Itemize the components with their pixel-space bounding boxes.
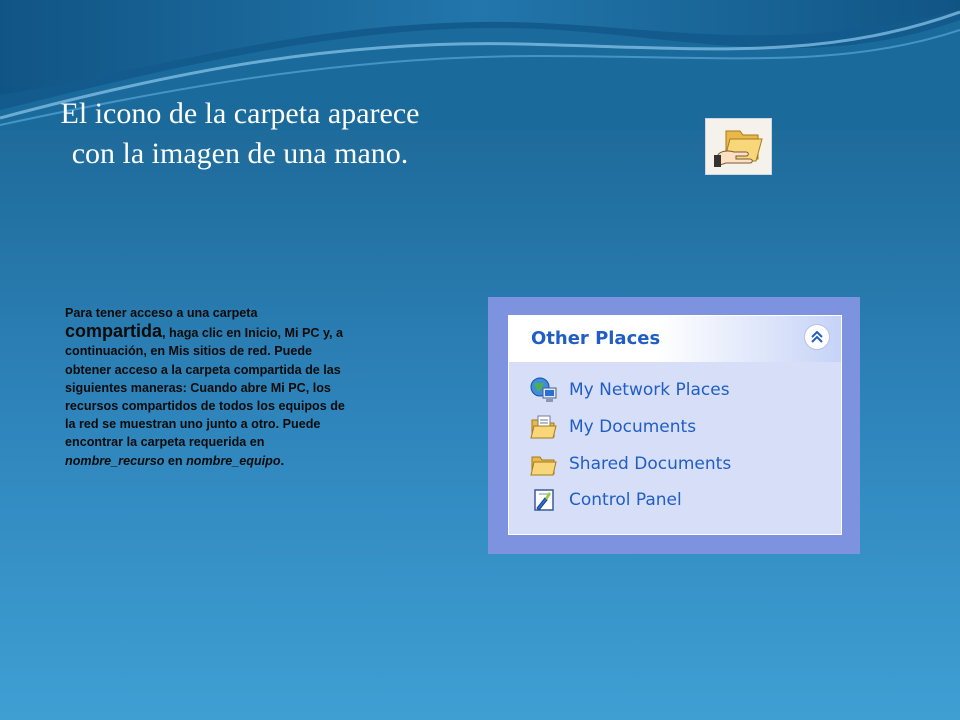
place-label-control-panel: Control Panel <box>569 490 682 510</box>
collapse-button[interactable] <box>804 324 830 350</box>
place-item-control-panel[interactable]: Control Panel <box>529 485 682 515</box>
other-places-title: Other Places <box>531 328 661 349</box>
documents-folder-icon <box>530 415 557 439</box>
place-label-my-documents: My Documents <box>569 417 697 437</box>
place-label-my-network-places: My Network Places <box>569 380 730 400</box>
instructions-paragraph: Para tener acceso a una carpeta comparti… <box>65 304 355 470</box>
slide-title-line-2: con la imagen de una mano. <box>71 137 409 170</box>
instructions-italic-computer: nombre_equipo <box>186 453 281 468</box>
place-item-shared-documents[interactable]: Shared Documents <box>529 449 731 479</box>
instructions-part-2: , haga clic en Inicio, Mi PC y, a contin… <box>65 326 345 450</box>
place-label-shared-documents: Shared Documents <box>569 454 732 474</box>
instructions-part-1: Para tener acceso a una carpeta <box>65 306 258 320</box>
other-places-panel: Other Places My Network Places My Docume… <box>508 315 842 535</box>
instructions-emphasis: compartida <box>65 321 163 342</box>
slide-title-line-1: El icono de la carpeta aparece <box>60 97 420 130</box>
instructions-italic-resource: nombre_recurso <box>65 453 165 468</box>
double-chevron-up-icon <box>811 330 823 343</box>
place-item-my-documents[interactable]: My Documents <box>529 412 696 442</box>
slide-title: El icono de la carpeta aparece con la im… <box>30 94 450 174</box>
network-places-icon <box>530 377 557 402</box>
place-item-my-network-places[interactable]: My Network Places <box>529 375 730 405</box>
other-places-header[interactable]: Other Places <box>509 316 841 362</box>
instructions-end: . <box>280 453 285 468</box>
shared-folder-icon <box>530 456 557 476</box>
instructions-connector: en <box>167 453 183 468</box>
other-places-screenshot: Other Places My Network Places My Docume… <box>488 297 860 554</box>
control-panel-icon <box>534 489 554 511</box>
shared-folder-hand-icon <box>705 118 772 175</box>
